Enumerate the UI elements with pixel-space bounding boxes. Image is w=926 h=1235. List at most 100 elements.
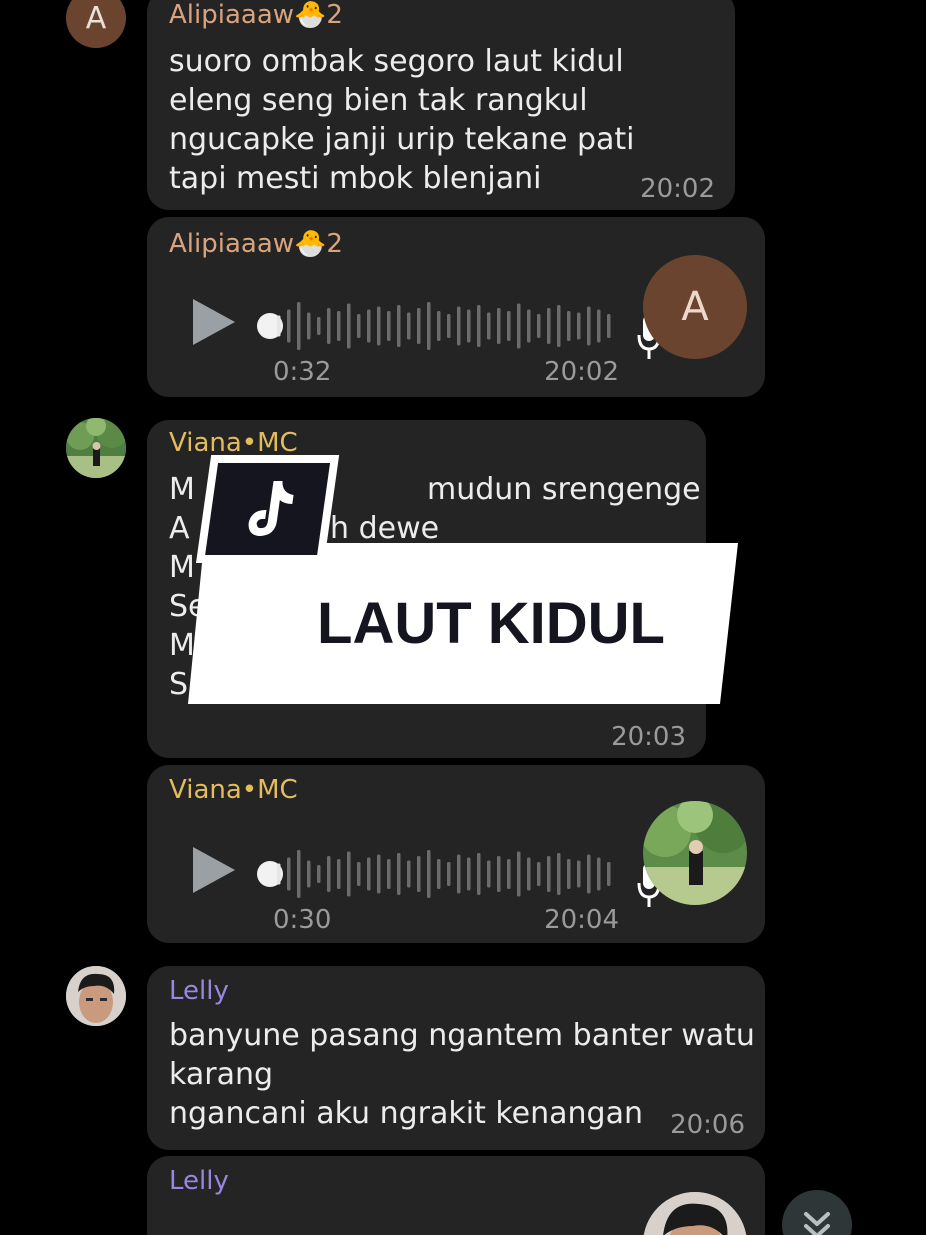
waveform-bar <box>527 857 531 891</box>
waveform-bar <box>507 859 511 889</box>
voice-message-bubble[interactable]: Viana•MC 0:30 20:04 <box>147 765 765 943</box>
message-text-line: A <box>169 511 190 546</box>
play-icon[interactable] <box>191 297 237 347</box>
waveform-bar <box>607 314 611 338</box>
waveform-bar <box>297 302 301 350</box>
waveform-bar <box>447 314 451 338</box>
sender-name[interactable]: Lelly <box>169 1166 229 1196</box>
photo-icon <box>66 418 126 478</box>
sender-name[interactable]: Lelly <box>169 976 229 1006</box>
play-icon[interactable] <box>191 845 237 895</box>
waveform-bar <box>467 309 471 343</box>
waveform-bar <box>387 859 391 889</box>
waveform-bar <box>347 851 351 897</box>
waveform-bar <box>317 317 321 335</box>
waveform-bar <box>497 856 501 892</box>
waveform-bar <box>547 308 551 344</box>
waveform-bar <box>377 306 381 346</box>
sender-name[interactable]: Alipiaaaw🐣2 <box>169 0 343 30</box>
waveform-bar <box>487 860 491 888</box>
waveform-bar <box>287 857 291 891</box>
waveform-bar <box>287 309 291 343</box>
waveform-bar <box>517 303 521 349</box>
waveform-bar <box>277 863 281 885</box>
sender-name[interactable]: Viana•MC <box>169 428 298 458</box>
waveform-bar <box>587 854 591 894</box>
avatar-viana-large[interactable] <box>643 801 747 905</box>
sender-name[interactable]: Alipiaaaw🐣2 <box>169 229 343 259</box>
waveform-bar <box>417 308 421 344</box>
message-bubble-text[interactable]: Alipiaaaw🐣2 suoro ombak segoro laut kidu… <box>147 0 735 210</box>
waveform[interactable] <box>275 293 615 359</box>
avatar-lelly[interactable] <box>66 966 126 1026</box>
photo-icon <box>643 1192 747 1235</box>
message-time: 20:06 <box>670 1110 745 1140</box>
tiktok-logo-background <box>205 463 331 555</box>
double-chevron-down-icon <box>804 1212 830 1235</box>
waveform-bar <box>307 312 311 340</box>
waveform-bar <box>357 314 361 338</box>
waveform-bar <box>327 856 331 892</box>
waveform-bar <box>597 857 601 891</box>
message-text: suoro ombak segoro laut kidul eleng seng… <box>169 44 635 196</box>
waveform-bar <box>437 859 441 889</box>
waveform-bar <box>537 862 541 886</box>
waveform-bar <box>457 854 461 894</box>
waveform-bar <box>497 308 501 344</box>
waveform-bar <box>567 859 571 889</box>
avatar-viana[interactable] <box>66 418 126 478</box>
waveform-bar <box>277 315 281 337</box>
waveform-bar <box>367 309 371 343</box>
waveform-bar <box>607 862 611 886</box>
waveform-bar <box>447 862 451 886</box>
waveform[interactable] <box>275 841 615 907</box>
tiktok-logo-icon <box>248 481 294 536</box>
waveform-bar <box>347 303 351 349</box>
scroll-down-button[interactable] <box>782 1190 852 1235</box>
waveform-bar <box>567 311 571 341</box>
message-text-line: mudun srengenge <box>427 472 701 507</box>
waveform-bar <box>417 856 421 892</box>
waveform-bar <box>427 302 431 350</box>
waveform-bar <box>407 312 411 340</box>
message-time: 20:02 <box>640 174 715 204</box>
tiktok-logo-sticker <box>196 455 340 563</box>
waveform-bar <box>597 309 601 343</box>
message-time: 20:02 <box>544 357 619 387</box>
message-time: 20:04 <box>544 905 619 935</box>
waveform-bar <box>427 850 431 898</box>
waveform-bar <box>317 865 321 883</box>
waveform-bar <box>587 306 591 346</box>
waveform-bar <box>407 860 411 888</box>
sender-name[interactable]: Viana•MC <box>169 775 298 805</box>
waveform-bar <box>547 856 551 892</box>
voice-duration: 0:32 <box>273 357 332 387</box>
avatar-lelly-large[interactable] <box>643 1192 747 1235</box>
waveform-bar <box>487 312 491 340</box>
waveform-bar <box>527 309 531 343</box>
message-text-line: M <box>169 550 195 585</box>
waveform-bar <box>577 312 581 340</box>
waveform-bar <box>377 854 381 894</box>
message-text: banyune pasang ngantem banter watu karan… <box>169 1018 755 1131</box>
voice-duration: 0:30 <box>273 905 332 935</box>
voice-message-bubble[interactable]: Lelly <box>147 1156 765 1235</box>
voice-player <box>191 841 631 898</box>
message-bubble-text[interactable]: Lelly banyune pasang ngantem banter watu… <box>147 966 765 1150</box>
waveform-bar <box>577 860 581 888</box>
waveform-bar <box>297 850 301 898</box>
waveform-bar <box>537 314 541 338</box>
waveform-bar <box>477 305 481 347</box>
avatar-alipiaaaw[interactable]: A <box>66 0 126 48</box>
waveform-bar <box>467 857 471 891</box>
avatar-alipiaaaw-large[interactable]: A <box>643 255 747 359</box>
waveform-bar <box>517 851 521 897</box>
chat-screen: A Alipiaaaw🐣2 suoro ombak segoro laut ki… <box>0 0 926 1235</box>
waveform-bar <box>477 853 481 895</box>
waveform-bar <box>457 306 461 346</box>
waveform-bar <box>437 311 441 341</box>
waveform-bar <box>337 859 341 889</box>
waveform-bar <box>387 311 391 341</box>
waveform-bar <box>557 305 561 347</box>
voice-message-bubble[interactable]: Alipiaaaw🐣2 0:32 20:02 A <box>147 217 765 397</box>
